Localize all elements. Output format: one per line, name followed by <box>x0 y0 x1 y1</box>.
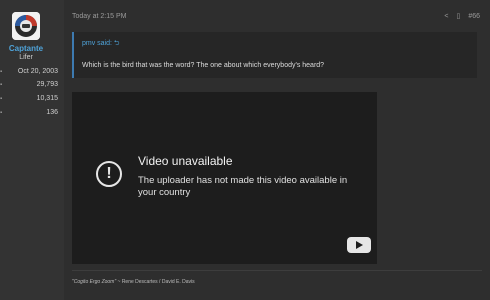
messages-icon: ▪ <box>0 82 3 88</box>
stat-messages: ▪ 29,793 <box>0 81 60 91</box>
avatar-image <box>12 12 40 40</box>
reactions-icon: ▪ <box>0 96 3 102</box>
post-content-column: Today at 2:15 PM < ▯ #66 pmv said: ⮌ Whi… <box>64 0 490 300</box>
post-actions: < ▯ #66 <box>444 12 480 21</box>
username[interactable]: Captante <box>0 44 52 53</box>
signature-attribution: ~ Rene Descartes / David E. Davis <box>116 279 195 285</box>
post-number[interactable]: #66 <box>468 13 480 20</box>
user-info-column: Captante Lifer ▪ Oct 20, 2003 ▪ 29,793 ▪… <box>0 0 64 300</box>
trophy-icon: ▪ <box>0 110 3 116</box>
youtube-logo-icon[interactable] <box>347 237 371 253</box>
avatar[interactable] <box>12 12 40 40</box>
post-header: Today at 2:15 PM < ▯ #66 <box>72 12 482 24</box>
forum-post: Captante Lifer ▪ Oct 20, 2003 ▪ 29,793 ▪… <box>0 0 490 300</box>
share-icon[interactable]: < <box>444 13 448 20</box>
bookmark-icon[interactable]: ▯ <box>456 12 460 20</box>
stat-value: 136 <box>46 109 58 116</box>
calendar-icon: ▪ <box>0 69 3 75</box>
video-title: Video unavailable <box>138 154 233 168</box>
stat-points: ▪ 136 <box>0 109 60 119</box>
signature: "Cogito Ergo Zoom" ~ Rene Descartes / Da… <box>72 279 195 285</box>
stat-joined: ▪ Oct 20, 2003 <box>0 68 60 78</box>
post-date[interactable]: Today at 2:15 PM <box>72 13 126 20</box>
quote-author[interactable]: pmv said: <box>82 40 112 47</box>
jump-to-quote-icon[interactable]: ⮌ <box>114 40 120 47</box>
play-icon <box>356 241 363 249</box>
quote-header[interactable]: pmv said: ⮌ <box>82 39 120 50</box>
alert-icon: ! <box>96 161 122 187</box>
video-message: The uploader has not made this video ava… <box>138 175 348 198</box>
signature-divider <box>72 270 482 271</box>
stat-value: Oct 20, 2003 <box>17 68 58 75</box>
stat-reactions: ▪ 10,315 <box>0 95 60 105</box>
user-title: Lifer <box>19 54 33 61</box>
stat-value: 10,315 <box>36 95 58 102</box>
stat-value: 29,793 <box>36 81 58 88</box>
quote-block: pmv said: ⮌ Which is the bird that was t… <box>72 32 477 78</box>
signature-quote: "Cogito Ergo Zoom" <box>72 279 117 285</box>
quote-text: Which is the bird that was the word? The… <box>82 62 325 69</box>
video-embed[interactable]: ! Video unavailable The uploader has not… <box>72 92 377 264</box>
